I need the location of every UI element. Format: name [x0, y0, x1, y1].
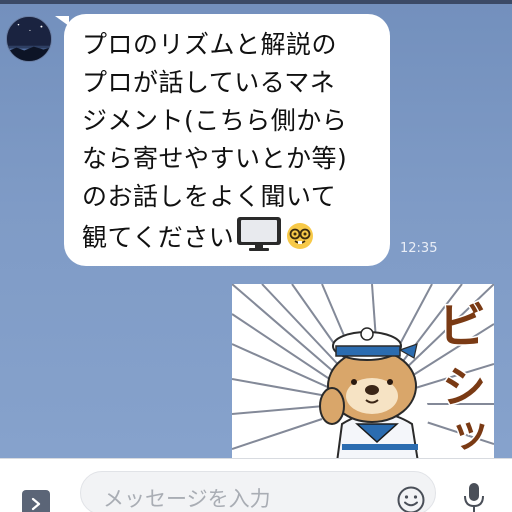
- chevron-right-icon: [31, 497, 41, 511]
- message-composer: [0, 458, 512, 512]
- message-text: プロのリズムと解説の プロが話しているマネ ジメント(こちら側から なら寄せやす…: [82, 26, 376, 257]
- sticker-message[interactable]: ビ シ ッ: [232, 284, 494, 462]
- microphone-icon: [464, 483, 484, 512]
- emoji-button[interactable]: [396, 485, 426, 512]
- sailor-otter-sticker-icon: ビ シ ッ: [232, 284, 494, 462]
- nerd-face-icon: [287, 223, 314, 249]
- message-timestamp: 12:35: [400, 241, 438, 256]
- sticker-caption-third: ッ: [450, 410, 490, 456]
- sender-avatar[interactable]: [6, 16, 52, 62]
- tv-icon: [237, 217, 282, 251]
- sticker-caption-first: ビ: [438, 298, 486, 354]
- sticker-caption-second: シ: [442, 362, 486, 413]
- chat-area[interactable]: プロのリズムと解説の プロが話しているマネ ジメント(こちら側から なら寄せやす…: [0, 4, 512, 462]
- night-sky-avatar-icon: [7, 17, 51, 61]
- message-input[interactable]: [80, 471, 436, 512]
- expand-button[interactable]: [22, 490, 50, 512]
- smiley-icon: [397, 486, 425, 512]
- message-bubble[interactable]: プロのリズムと解説の プロが話しているマネ ジメント(こちら側から なら寄せやす…: [55, 14, 390, 266]
- microphone-button[interactable]: [462, 481, 486, 512]
- message-body: プロのリズムと解説の プロが話しているマネ ジメント(こちら側から なら寄せやす…: [82, 30, 348, 252]
